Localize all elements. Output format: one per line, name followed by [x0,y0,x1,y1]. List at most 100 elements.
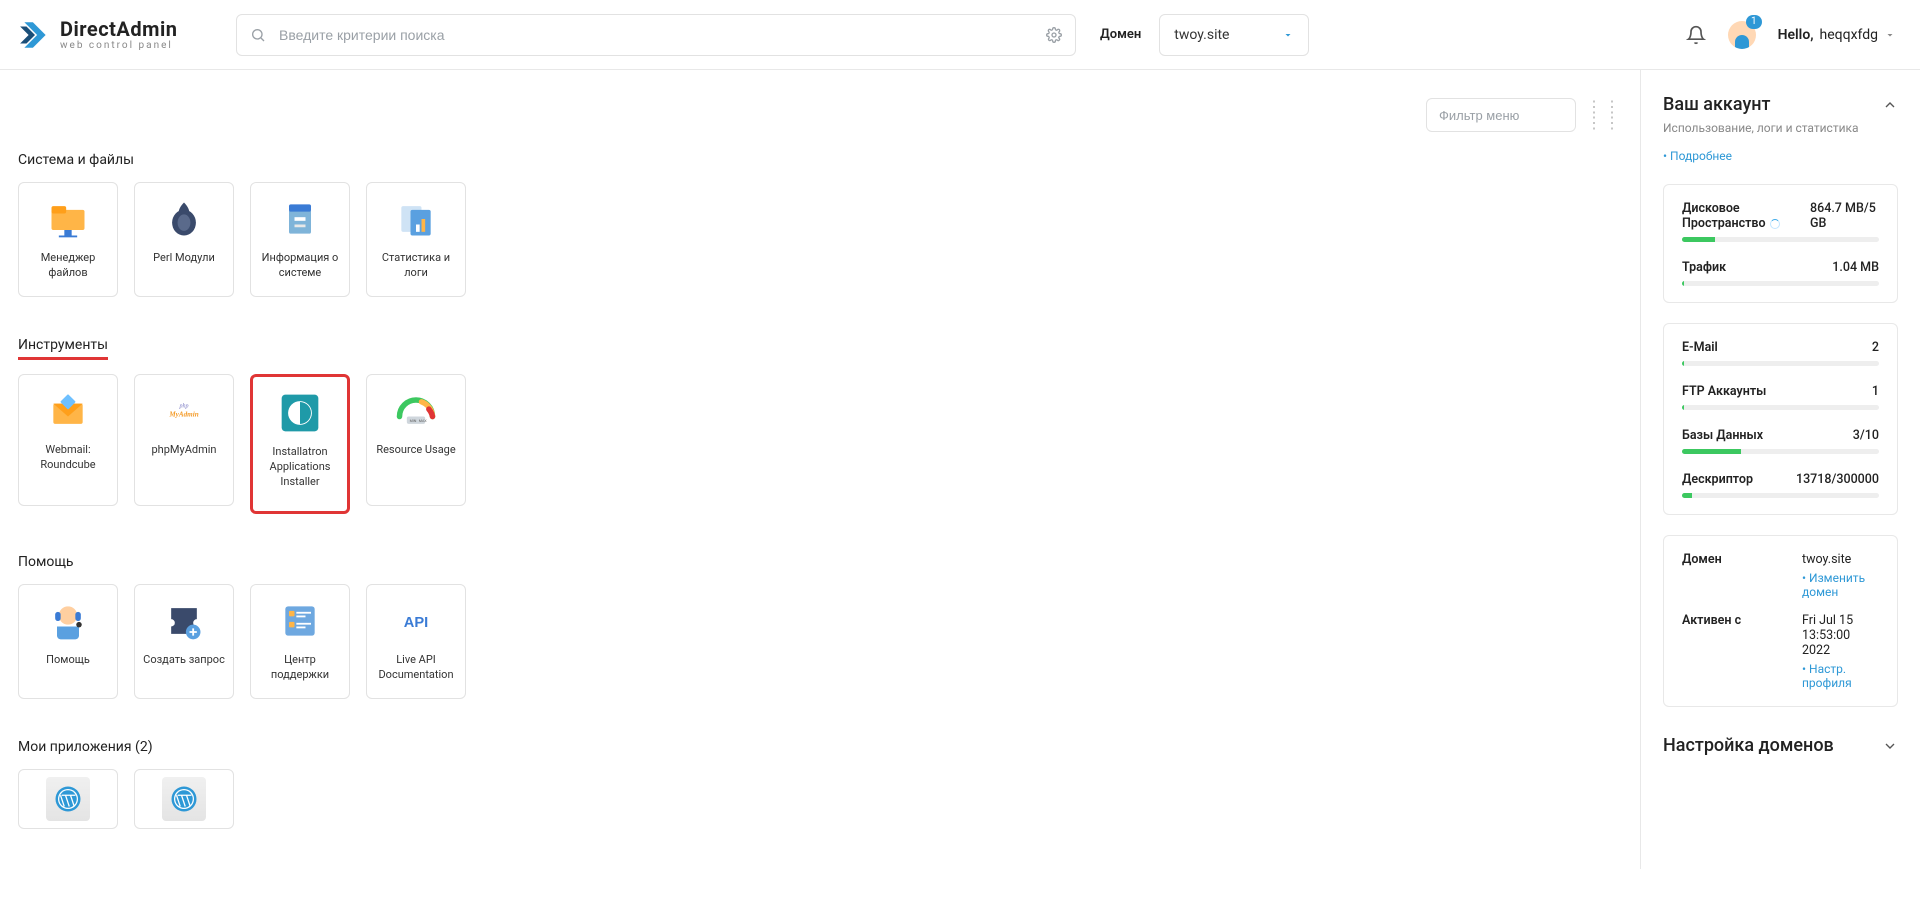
spinner-icon [1770,219,1780,229]
header-right: 1 Hello, heqqxfdg [1686,21,1896,49]
domain-key: Домен [1682,552,1782,599]
metric-email: E-Mail2 [1682,340,1879,366]
domain-label: Домен [1100,27,1141,42]
chevron-down-icon [1882,738,1898,754]
tiles-help: Помощь Создать запрос Центр поддержки AP… [18,584,1622,699]
tile-label: Менеджер файлов [25,251,111,281]
account-title: Ваш аккаунт [1663,94,1771,115]
account-panel-header[interactable]: Ваш аккаунт [1663,94,1898,115]
onion-icon [162,197,206,241]
tile-system-info[interactable]: Информация о системе [250,182,350,297]
tile-installatron[interactable]: Installatron Applications Installer [250,374,350,514]
tickets-list-icon [278,599,322,643]
user-greeting: Hello, [1778,27,1814,43]
svg-text:MIN: MIN [410,419,417,423]
package-icon [278,197,322,241]
metric-ftp: FTP Аккаунты1 [1682,384,1879,410]
section-system-title: Система и файлы [18,152,1622,168]
tile-label: Live API Documentation [373,653,459,683]
tile-roundcube[interactable]: Webmail: Roundcube [18,374,118,506]
metric-traffic: Трафик1.04 MB [1682,260,1879,286]
tile-label: phpMyAdmin [152,443,217,458]
section-apps-title: Мои приложения (2) [18,739,1622,755]
tiles-tools: Webmail: Roundcube phpMyAdmin phpMyAdmin… [18,374,1622,514]
metrics-card: Дисковое Пространство864.7 MB/5 GB Трафи… [1663,184,1898,303]
domain-select[interactable]: twoy.site [1159,14,1309,56]
logo[interactable]: DirectAdmin web control panel [18,18,218,52]
support-agent-icon [46,599,90,643]
tile-app-wordpress-2[interactable] [134,769,234,829]
domain-card: Домен twoy.site • Изменить домен Активен… [1663,535,1898,707]
user-menu[interactable]: Hello, heqqxfdg [1778,27,1896,43]
tile-support-center[interactable]: Центр поддержки [250,584,350,699]
metric-disk: Дисковое Пространство864.7 MB/5 GB [1682,201,1879,242]
tile-label: Webmail: Roundcube [25,443,111,473]
tile-phpmyadmin[interactable]: phpMyAdmin phpMyAdmin [134,374,234,506]
wordpress-icon [162,777,206,821]
app-header: DirectAdmin web control panel Домен twoy… [0,0,1920,70]
tile-label: Информация о системе [257,251,343,281]
tile-label: Центр поддержки [257,653,343,683]
profile-settings-link[interactable]: • Настр. профиля [1802,662,1879,690]
domain-settings-title: Настройка доменов [1663,735,1834,756]
account-subtitle: Использование, логи и статистика [1663,121,1898,135]
notifications-button[interactable] [1686,25,1706,45]
tile-label: Статистика и логи [373,251,459,281]
sidebar: Ваш аккаунт Использование, логи и статис… [1640,70,1920,869]
gauge-icon: MINMAX [394,389,438,433]
installatron-icon [278,391,322,435]
notifications-badge: 1 [1746,15,1762,29]
chevron-down-icon [1884,29,1896,41]
account-more-link[interactable]: • Подробнее [1663,149,1732,163]
tile-label: Perl Модули [153,251,215,266]
svg-text:API: API [404,615,428,631]
api-icon: API [394,599,438,643]
tile-resource-usage[interactable]: MINMAX Resource Usage [366,374,466,506]
search [236,14,1076,56]
change-domain-link[interactable]: • Изменить домен [1802,571,1879,599]
folder-icon [46,197,90,241]
search-icon [250,27,266,43]
svg-text:MyAdmin: MyAdmin [168,411,198,419]
metrics-card-2: E-Mail2 FTP Аккаунты1 Базы Данных3/10 Де… [1663,323,1898,515]
gear-icon[interactable] [1046,27,1062,43]
menu-filter-input[interactable] [1426,98,1576,132]
chevron-down-icon [1282,29,1294,41]
active-key: Активен с [1682,613,1782,690]
svg-text:MAX: MAX [419,419,428,423]
tile-stats-logs[interactable]: Статистика и логи [366,182,466,297]
mail-icon [46,389,90,433]
phpmyadmin-icon: phpMyAdmin [162,389,206,433]
tile-perl-modules[interactable]: Perl Модули [134,182,234,297]
svg-text:php: php [178,404,188,410]
section-tools-title: Инструменты [18,337,1622,360]
tile-help[interactable]: Помощь [18,584,118,699]
search-input[interactable] [236,14,1076,56]
tile-label: Installatron Applications Installer [259,445,341,490]
tile-label: Создать запрос [143,653,225,668]
main: ⋮⋮⋮⋮ Система и файлы Менеджер файлов Per… [0,70,1640,869]
user-name: heqqxfdg [1820,27,1878,43]
metric-fd: Дескриптор13718/300000 [1682,472,1879,498]
domain-settings-panel-header[interactable]: Настройка доменов [1663,735,1898,756]
section-help-title: Помощь [18,554,1622,570]
tile-api-docs[interactable]: API Live API Documentation [366,584,466,699]
active-value: Fri Jul 15 13:53:00 2022 [1802,613,1853,658]
chart-icon [394,197,438,241]
drag-handle-icon[interactable]: ⋮⋮⋮⋮ [1586,99,1622,131]
metric-db: Базы Данных3/10 [1682,428,1879,454]
logo-icon [18,18,52,52]
chevron-up-icon [1882,97,1898,113]
wordpress-icon [46,777,90,821]
domain-current: twoy.site [1174,27,1229,43]
tile-create-ticket[interactable]: Создать запрос [134,584,234,699]
tile-label: Помощь [46,653,90,668]
avatar[interactable]: 1 [1728,21,1756,49]
tile-file-manager[interactable]: Менеджер файлов [18,182,118,297]
tile-app-wordpress-1[interactable] [18,769,118,829]
tile-label: Resource Usage [376,443,455,458]
tiles-system: Менеджер файлов Perl Модули Информация о… [18,182,1622,297]
domain-value: twoy.site [1802,552,1851,567]
tiles-apps [18,769,1622,829]
ticket-icon [162,599,206,643]
